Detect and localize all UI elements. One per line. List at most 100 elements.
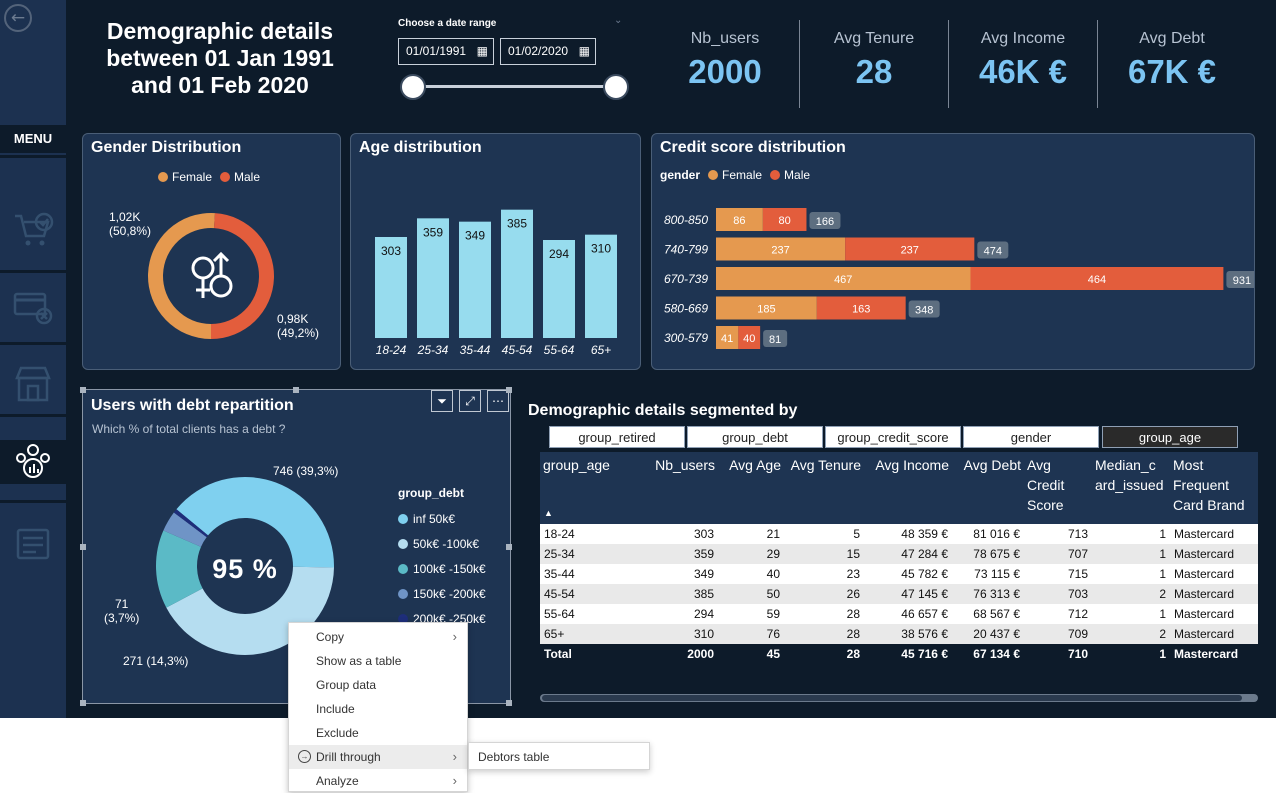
legend-item[interactable]: 100k€ -150k€ — [398, 556, 486, 581]
tab-group-retired[interactable]: group_retired — [549, 426, 685, 448]
table-horizontal-scrollbar[interactable] — [540, 694, 1258, 702]
store-icon[interactable] — [0, 362, 66, 406]
menu-item-analyze[interactable]: Analyze › — [289, 769, 467, 793]
date-slider-track[interactable] — [412, 85, 616, 88]
table-cell: Mastercard — [1170, 544, 1258, 564]
date-slider-end-handle[interactable] — [603, 74, 629, 100]
page-title-line: Demographic details — [106, 18, 334, 44]
credit-tick-label: 300-579 — [664, 331, 708, 345]
table-cell: 1 — [1092, 604, 1170, 624]
credit-bar-value: 237 — [901, 245, 919, 257]
start-date-input[interactable]: 01/01/1991 ▦ — [398, 38, 494, 65]
age-tick-label: 65+ — [591, 343, 611, 357]
filter-icon[interactable]: ⏷ — [431, 390, 453, 412]
demographics-table[interactable]: group_age ▲ Nb_users Avg Age Avg Tenure A… — [540, 452, 1258, 664]
column-header[interactable]: Nb_users — [646, 452, 718, 524]
table-cell: 48 359 € — [864, 524, 952, 544]
table-cell: 45 782 € — [864, 564, 952, 584]
menu-item-include[interactable]: Include — [289, 697, 467, 721]
table-row[interactable]: 25-34 359 29 15 47 284 €78 675 €707 1 Masterca… — [540, 544, 1258, 564]
table-cell: 310 — [646, 624, 718, 644]
tab-gender[interactable]: gender — [963, 426, 1099, 448]
report-document-icon[interactable] — [0, 522, 66, 566]
menu-item-exclude[interactable]: Exclude — [289, 721, 467, 745]
sidebar-divider — [0, 500, 66, 503]
legend-swatch — [398, 588, 408, 599]
age-bar-chart[interactable]: 303 18-24 359 25-34 349 35-44 385 45-54 294 55-64… — [351, 134, 640, 369]
credit-bar-value: 464 — [1088, 274, 1106, 286]
page-title: Demographic details between 01 Jan 1991 … — [90, 18, 350, 99]
column-header[interactable]: Avg Credit Score — [1024, 452, 1092, 524]
tab-group-credit-score[interactable]: group_credit_score — [825, 426, 961, 448]
table-cell: 28 — [784, 604, 864, 624]
sort-ascending-icon[interactable]: ▲ — [544, 503, 553, 523]
credit-tick-label: 800-850 — [664, 213, 708, 227]
table-row[interactable]: 18-24 303 21 5 48 359 €81 016 €713 1 Mastercar… — [540, 524, 1258, 544]
table-cell: 47 284 € — [864, 544, 952, 564]
column-header-label: Avg Credit Score — [1027, 457, 1065, 513]
cart-check-icon[interactable] — [0, 208, 66, 252]
debt-data-label: 71 (3,7%) — [104, 597, 139, 625]
credit-tick-label: 670-739 — [664, 272, 708, 286]
more-options-icon[interactable]: ⋯ — [487, 390, 509, 412]
scrollbar-thumb[interactable] — [542, 695, 1242, 701]
sidebar-divider — [0, 155, 66, 158]
tab-group-debt[interactable]: group_debt — [687, 426, 823, 448]
date-slider-start-handle[interactable] — [400, 74, 426, 100]
submenu-item-debtors-table[interactable]: Debtors table — [468, 742, 650, 770]
column-header[interactable]: Avg Income — [864, 452, 952, 524]
gender-legend[interactable]: Female Male — [158, 170, 260, 184]
chevron-down-icon[interactable]: ⌄ — [614, 15, 622, 26]
credit-stacked-bar-chart[interactable]: 800-850 86 80 166 740-799 237 237 474 670-739 467… — [652, 134, 1254, 369]
age-distribution-panel[interactable]: Age distribution 303 18-24 359 25-34 349 35-4… — [350, 133, 641, 370]
column-header[interactable]: Avg Debt — [952, 452, 1024, 524]
kpi-card-income: Avg Income 46K € — [948, 30, 1098, 91]
menu-item-drill-through[interactable]: → Drill through › — [289, 745, 467, 769]
chevron-right-icon: › — [452, 773, 457, 788]
legend-item[interactable]: 50k€ -100k€ — [398, 531, 486, 556]
table-cell: 55-64 — [540, 604, 646, 624]
credit-score-panel[interactable]: Credit score distribution gender Female … — [651, 133, 1255, 370]
age-tick-label: 55-64 — [544, 343, 575, 357]
table-row[interactable]: 45-54 385 50 26 47 145 €76 313 €703 2 Masterca… — [540, 584, 1258, 604]
page-title-line: and 01 Feb 2020 — [131, 72, 309, 98]
legend-swatch — [398, 538, 408, 549]
table-row[interactable]: 55-64 294 59 28 46 657 €68 567 €712 1 Masterca… — [540, 604, 1258, 624]
resize-handle[interactable] — [506, 544, 512, 550]
menu-item-copy[interactable]: Copy › — [289, 625, 467, 649]
resize-handle[interactable] — [80, 387, 86, 393]
gender-distribution-panel[interactable]: Gender Distribution Female Male 1,02K (50… — [82, 133, 341, 370]
table-row[interactable]: 35-44 349 40 23 45 782 €73 115 €715 1 Masterca… — [540, 564, 1258, 584]
demographics-people-icon[interactable] — [0, 440, 66, 484]
resize-handle[interactable] — [80, 700, 86, 706]
column-header[interactable]: Avg Tenure — [784, 452, 864, 524]
debt-legend[interactable]: inf 50k€ 50k€ -100k€ 100k€ -150k€ 150k€ -20… — [398, 506, 486, 631]
calendar-icon[interactable]: ▦ — [477, 39, 488, 64]
column-header[interactable]: Avg Age — [718, 452, 784, 524]
menu-item-show-as-table[interactable]: Show as a table — [289, 649, 467, 673]
female-data-label: 1,02K (50,8%) — [109, 210, 151, 238]
column-header[interactable]: group_age ▲ — [540, 452, 646, 524]
panel-title: Gender Distribution — [91, 139, 242, 156]
resize-handle[interactable] — [506, 387, 512, 393]
column-header[interactable]: Median_c ard_issued — [1092, 452, 1170, 524]
male-count: 0,98K — [277, 312, 309, 326]
end-date-input[interactable]: 01/02/2020 ▦ — [500, 38, 596, 65]
resize-handle[interactable] — [80, 544, 86, 550]
kpi-label: Avg Tenure — [833, 30, 915, 47]
card-cancel-icon[interactable] — [0, 286, 66, 330]
table-cell: 76 — [718, 624, 784, 644]
legend-item[interactable]: 150k€ -200k€ — [398, 581, 486, 606]
male-data-label: 0,98K (49,2%) — [277, 312, 319, 340]
table-row[interactable]: 65+ 310 76 28 38 576 €20 437 €709 2 Mastercard — [540, 624, 1258, 644]
menu-item-group-data[interactable]: Group data — [289, 673, 467, 697]
resize-handle[interactable] — [293, 387, 299, 393]
back-arrow-icon[interactable]: ← — [4, 4, 32, 32]
focus-mode-icon[interactable]: ⤢ — [459, 390, 481, 412]
column-header[interactable]: Most Frequent Card Brand — [1170, 452, 1258, 524]
legend-item[interactable]: inf 50k€ — [398, 506, 486, 531]
tab-group-age[interactable]: group_age — [1102, 426, 1238, 448]
resize-handle[interactable] — [506, 700, 512, 706]
legend-swatch — [398, 513, 408, 524]
calendar-icon[interactable]: ▦ — [579, 39, 590, 64]
